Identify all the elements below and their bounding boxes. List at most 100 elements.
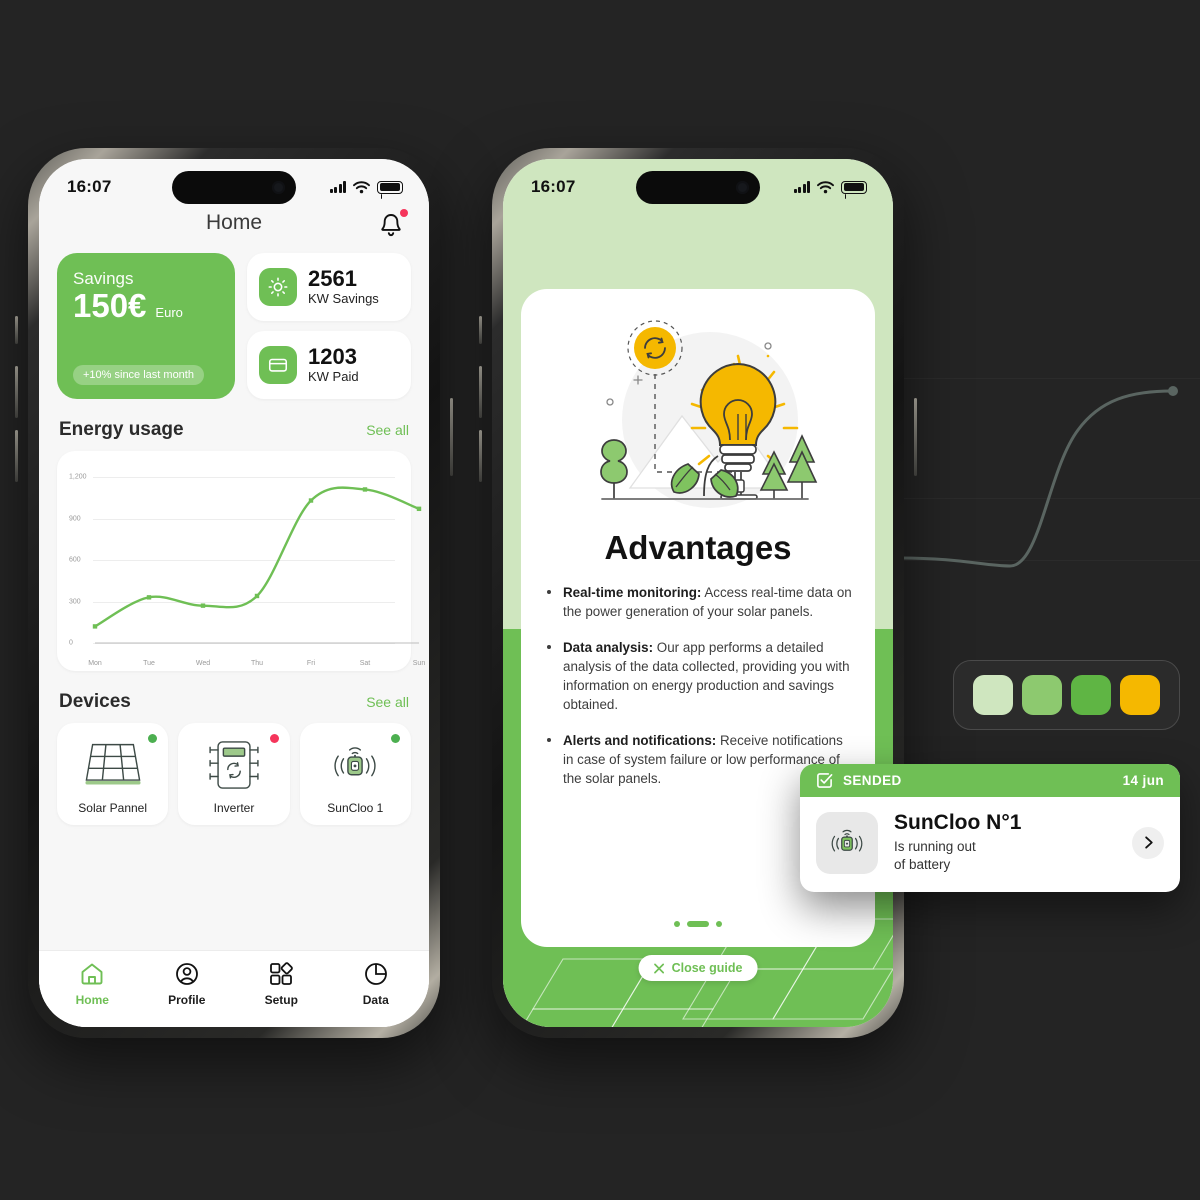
summary-row: Savings 150€ Euro +10% since last month xyxy=(57,253,411,399)
tab-label: Profile xyxy=(168,993,206,1007)
mute-switch[interactable] xyxy=(15,316,18,344)
energy-usage-chart: 0 300 600 900 1,200 Mon Tue Wed Thu Fri Sat Sun xyxy=(67,465,425,668)
cellular-signal-icon xyxy=(793,181,810,193)
notification-unread-dot xyxy=(400,209,408,217)
volume-down-button[interactable] xyxy=(479,430,482,482)
power-button[interactable] xyxy=(914,398,917,476)
savings-card[interactable]: Savings 150€ Euro +10% since last month xyxy=(57,253,235,399)
inverter-icon xyxy=(209,741,259,789)
tab-profile[interactable]: Profile xyxy=(154,961,220,1007)
savings-amount: 150€ xyxy=(73,287,147,324)
chart-data-point xyxy=(308,498,314,503)
toast-header: SENDED 14 jun xyxy=(800,764,1180,797)
stat-card-kw-savings[interactable]: 2561 KW Savings xyxy=(247,253,411,321)
list-item: Data analysis: Our app performs a detail… xyxy=(547,638,853,714)
energy-usage-chart-card: 0 300 600 900 1,200 Mon Tue Wed Thu Fri Sat Sun xyxy=(57,451,425,671)
swatch-green-100[interactable] xyxy=(973,675,1013,715)
sun-icon xyxy=(259,268,297,306)
notification-bell-button[interactable] xyxy=(377,209,408,241)
stat-value: 2561 xyxy=(308,266,357,292)
cellular-signal-icon xyxy=(329,181,346,193)
chart-line-series xyxy=(92,486,422,644)
device-name: SunCloo 1 xyxy=(327,801,384,815)
device-name: Inverter xyxy=(213,801,255,815)
phone-device-left: 16:07 Home Savings 150€ Euro +10% since … xyxy=(15,148,453,1038)
bg-gridline xyxy=(900,378,1200,379)
bullet-lead: Alerts and notifications: xyxy=(563,733,717,749)
swatch-amber-500[interactable] xyxy=(1120,675,1160,715)
close-guide-button[interactable]: Close guide xyxy=(638,955,758,981)
home-icon xyxy=(81,963,103,985)
mute-switch[interactable] xyxy=(479,316,482,344)
chart-data-point xyxy=(92,624,98,629)
toast-open-button[interactable] xyxy=(1132,826,1164,859)
tab-label: Data xyxy=(362,993,389,1007)
notification-toast[interactable]: SENDED 14 jun SunCloo N°1 Is running out… xyxy=(800,764,1180,893)
devices-see-all-link[interactable]: See all xyxy=(366,694,409,710)
check-square-icon xyxy=(817,773,833,788)
volume-up-button[interactable] xyxy=(479,366,482,418)
chart-data-point xyxy=(416,506,422,512)
device-status-dot xyxy=(148,734,158,743)
page-indicator[interactable] xyxy=(543,913,853,927)
device-card-suncloo[interactable]: SunCloo 1 xyxy=(299,723,411,825)
stat-card-kw-paid[interactable]: 1203 KW Paid xyxy=(247,331,411,399)
tab-label: Home xyxy=(75,993,109,1007)
tab-home[interactable]: Home xyxy=(59,961,125,1007)
devices-row: Solar Pannel Inverter SunCloo 1 xyxy=(57,723,411,825)
tab-label: Setup xyxy=(264,993,298,1007)
chart-data-point xyxy=(254,593,260,599)
stat-label: KW Paid xyxy=(308,369,359,385)
list-item: Real-time monitoring: Access real-time d… xyxy=(547,583,853,621)
device-name: Solar Pannel xyxy=(78,801,148,815)
toast-body: SunCloo N°1 Is running out of battery xyxy=(800,797,1180,892)
chart-data-point xyxy=(146,595,152,600)
solar-panel-icon xyxy=(85,743,141,785)
bg-gridline xyxy=(900,498,1200,499)
toast-status-label: SENDED xyxy=(843,773,902,788)
chart-data-point xyxy=(362,487,368,492)
close-guide-label: Close guide xyxy=(671,961,743,975)
swatch-green-300[interactable] xyxy=(1022,675,1062,715)
page-dot-0[interactable] xyxy=(674,921,680,927)
section-title: Devices xyxy=(59,691,131,712)
bottom-tab-bar: Home Profile Setup Data xyxy=(39,950,429,1027)
phone-device-right: 16:07 Advantages Real-time monitoring: A… xyxy=(479,148,917,1038)
dynamic-island xyxy=(172,171,296,204)
page-dot-2[interactable] xyxy=(716,921,722,927)
bullet-lead: Data analysis: xyxy=(563,640,654,656)
lightbulb-solar-nature-illustration xyxy=(543,309,853,527)
toast-line-2: of battery xyxy=(894,857,951,873)
dynamic-island xyxy=(636,171,760,204)
page-title: Home xyxy=(205,211,263,234)
device-status-dot xyxy=(390,734,400,743)
swatch-green-500[interactable] xyxy=(1071,675,1111,715)
status-time: 16:07 xyxy=(67,177,112,196)
power-button[interactable] xyxy=(450,398,453,476)
savings-label: Savings xyxy=(73,269,134,288)
device-status-dot xyxy=(269,734,279,743)
device-card-inverter[interactable]: Inverter xyxy=(178,723,290,825)
wifi-icon xyxy=(353,180,370,194)
stat-value: 1203 xyxy=(308,344,357,370)
section-title: Energy usage xyxy=(59,419,184,440)
toast-title: SunCloo N°1 xyxy=(894,811,1022,834)
bullet-lead: Real-time monitoring: xyxy=(563,585,702,600)
setup-grid-icon xyxy=(270,962,294,985)
credit-card-icon xyxy=(259,346,297,384)
color-palette-bar xyxy=(953,660,1180,730)
suncloo-device-icon xyxy=(816,811,878,874)
toast-date: 14 jun xyxy=(1122,773,1164,788)
page-dot-1[interactable] xyxy=(687,921,709,927)
stat-label: KW Savings xyxy=(308,291,379,307)
battery-icon xyxy=(377,180,403,194)
savings-currency: Euro xyxy=(155,305,183,320)
guide-title: Advantages xyxy=(604,529,792,566)
wifi-icon xyxy=(817,180,834,194)
device-card-solar-panel[interactable]: Solar Pannel xyxy=(57,723,169,825)
volume-down-button[interactable] xyxy=(15,430,18,482)
tab-setup[interactable]: Setup xyxy=(248,961,314,1007)
volume-up-button[interactable] xyxy=(15,366,18,418)
energy-see-all-link[interactable]: See all xyxy=(366,422,409,438)
tab-data[interactable]: Data xyxy=(343,961,409,1007)
